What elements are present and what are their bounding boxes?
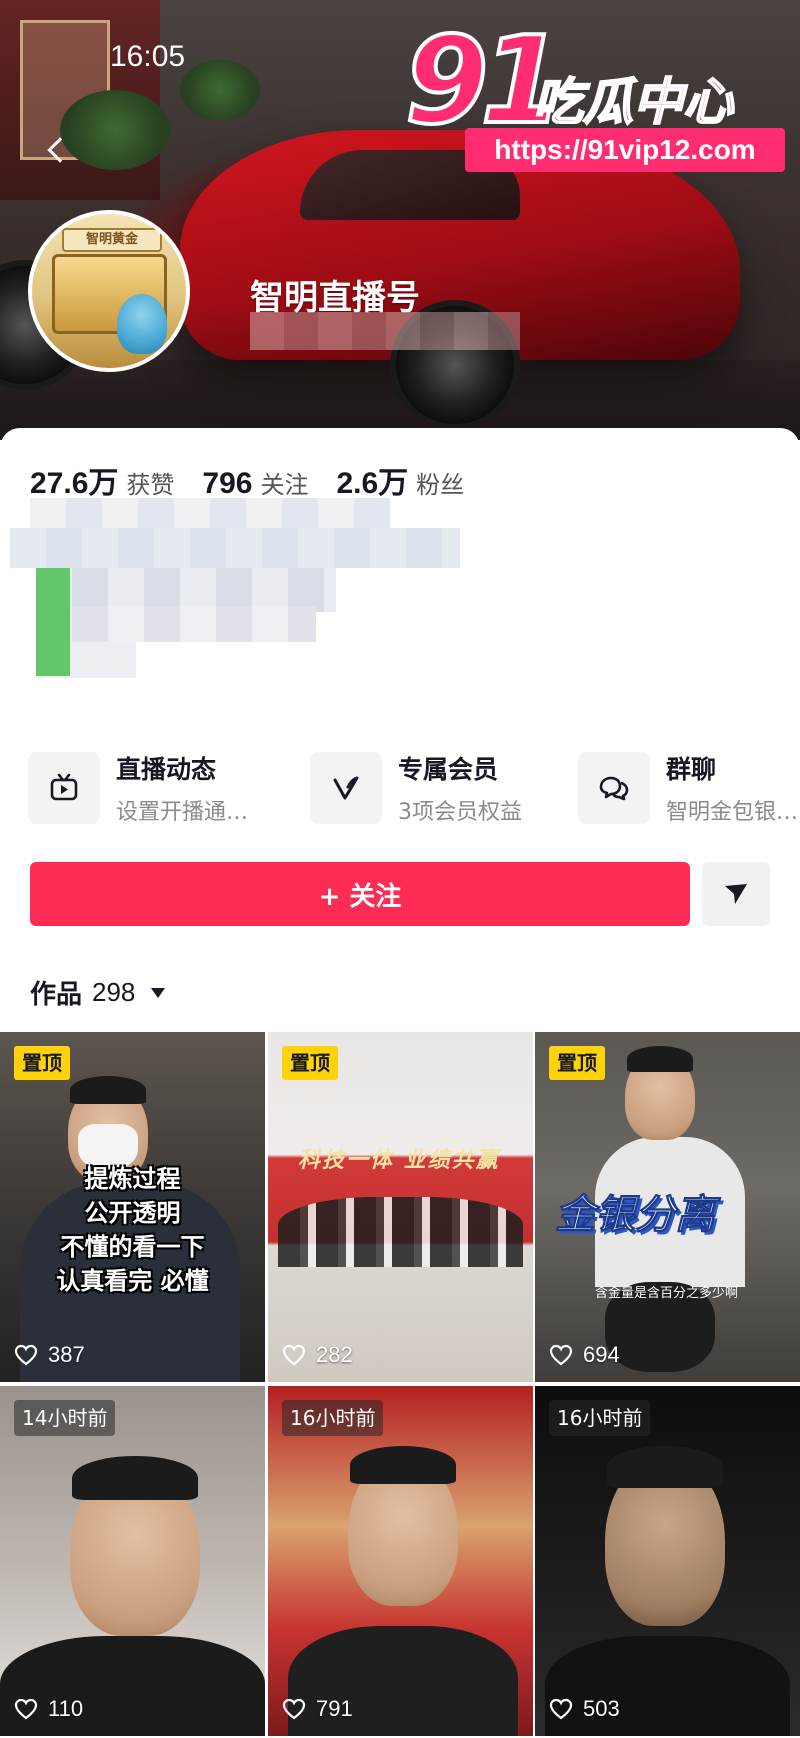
- likes-count: 387: [48, 1342, 85, 1367]
- video-tile[interactable]: 科技一体 业绩共赢 置顶 282: [268, 1032, 533, 1382]
- video-caption: 金银分离: [555, 1192, 716, 1239]
- feature-title: 专属会员: [398, 755, 499, 784]
- blurred-account-id: [250, 312, 520, 350]
- feature-subtitle: 设置开播通…: [116, 800, 249, 825]
- feature-subtitle: 3项会员权益: [398, 800, 522, 825]
- heart-icon: [549, 1344, 573, 1366]
- watermark-url: https://91vip12.com: [465, 128, 785, 172]
- back-button[interactable]: [36, 130, 76, 170]
- stat-label: 获赞: [126, 471, 175, 499]
- video-tile[interactable]: 置顶 提炼过程 公开透明 不懂的看一下 认真看完 必懂 387: [0, 1032, 265, 1382]
- works-label: 作品: [30, 980, 83, 1010]
- pinned-tag: 置顶: [282, 1046, 338, 1080]
- video-tile[interactable]: 置顶 金银分离 含金量是含百分之多少啊 694: [535, 1032, 800, 1382]
- feature-title: 群聊: [666, 755, 717, 784]
- works-count: 298: [92, 977, 136, 1007]
- caret-down-icon: [151, 987, 166, 998]
- stat-value: 2.6万: [336, 467, 409, 500]
- caption-line: 公开透明: [84, 1199, 181, 1227]
- stat-value: 796: [202, 467, 253, 500]
- caption-line: 认真看完 必懂: [56, 1267, 209, 1295]
- caption-line: 不懂的看一下: [60, 1233, 205, 1261]
- cover-tree: [180, 60, 260, 120]
- profile-screen: 16:05 91 吃瓜中心 https://91vip12.com 智明黄金 智…: [0, 0, 800, 1738]
- video-likes: 387: [14, 1342, 85, 1368]
- video-tile[interactable]: 16小时前 791: [268, 1386, 533, 1736]
- likes-count: 694: [583, 1342, 620, 1367]
- time-tag: 14小时前: [14, 1400, 116, 1436]
- video-tile[interactable]: 14小时前 110: [0, 1386, 265, 1736]
- share-button[interactable]: [702, 862, 770, 926]
- cover-tree: [60, 90, 170, 170]
- likes-count: 282: [316, 1342, 353, 1367]
- avatar[interactable]: 智明黄金: [28, 210, 190, 372]
- video-likes: 282: [282, 1342, 353, 1368]
- pinned-tag: 置顶: [549, 1046, 605, 1080]
- likes-count: 110: [48, 1696, 84, 1721]
- video-tile[interactable]: 16小时前 503: [535, 1386, 800, 1736]
- chevron-left-icon: [47, 137, 73, 163]
- watermark-text: 吃瓜中心: [532, 72, 734, 132]
- pinned-tag: 置顶: [14, 1046, 70, 1080]
- likes-count: 503: [583, 1696, 620, 1721]
- video-likes: 791: [282, 1696, 353, 1722]
- send-icon: [725, 884, 747, 904]
- feature-live-updates[interactable]: 直播动态 设置开播通…: [28, 750, 248, 826]
- stat-likes[interactable]: 27.6万 获赞: [30, 458, 174, 502]
- member-v-icon: [310, 752, 382, 824]
- heart-icon: [14, 1698, 38, 1720]
- profile-stats: 27.6万 获赞 796 关注 2.6万 粉丝: [30, 458, 464, 502]
- feature-subtitle: 智明金包银…: [666, 800, 799, 825]
- video-likes: 694: [549, 1342, 620, 1368]
- stat-following[interactable]: 796 关注: [202, 465, 308, 501]
- feature-group-chat[interactable]: 群聊 智明金包银…: [578, 750, 798, 826]
- stat-label: 关注: [260, 471, 309, 499]
- blurred-bio: [36, 606, 316, 642]
- video-grid: 置顶 提炼过程 公开透明 不懂的看一下 认真看完 必懂 387 科技一体 业绩共…: [0, 1032, 800, 1738]
- feature-title: 直播动态: [116, 755, 217, 784]
- heart-icon: [282, 1698, 306, 1720]
- stat-followers[interactable]: 2.6万 粉丝: [336, 458, 464, 502]
- time-tag: 16小时前: [282, 1400, 384, 1436]
- heart-icon: [282, 1344, 306, 1366]
- video-likes: 503: [549, 1696, 620, 1722]
- heart-icon: [14, 1344, 38, 1366]
- stat-value: 27.6万: [30, 467, 119, 500]
- blurred-bio: [10, 528, 460, 568]
- avatar-mascot: [117, 294, 167, 354]
- avatar-shop-sign: 智明黄金: [62, 228, 162, 252]
- follow-button[interactable]: + 关注: [30, 862, 690, 926]
- status-time: 16:05: [110, 40, 186, 73]
- watermark: 91 吃瓜中心 https://91vip12.com: [403, 20, 800, 182]
- tv-icon: [28, 752, 100, 824]
- video-caption: 提炼过程 公开透明 不懂的看一下 认真看完 必懂: [0, 1162, 265, 1298]
- stat-label: 粉丝: [416, 471, 465, 499]
- feature-membership[interactable]: 专属会员 3项会员权益: [310, 750, 522, 826]
- video-banner: 科技一体 业绩共赢: [298, 1147, 500, 1173]
- video-likes: 110: [14, 1696, 83, 1722]
- blurred-bio-accent: [36, 568, 70, 676]
- likes-count: 791: [316, 1696, 353, 1721]
- feature-row: 直播动态 设置开播通… 专属会员 3项会员权益 群聊 智明金包银…: [28, 750, 800, 830]
- works-tab[interactable]: 作品 298: [30, 974, 166, 1011]
- video-subtitle: 含金量是含百分之多少啊: [595, 1286, 739, 1301]
- caption-line: 提炼过程: [84, 1165, 181, 1193]
- heart-icon: [549, 1698, 573, 1720]
- time-tag: 16小时前: [549, 1400, 651, 1436]
- chat-icon: [578, 752, 650, 824]
